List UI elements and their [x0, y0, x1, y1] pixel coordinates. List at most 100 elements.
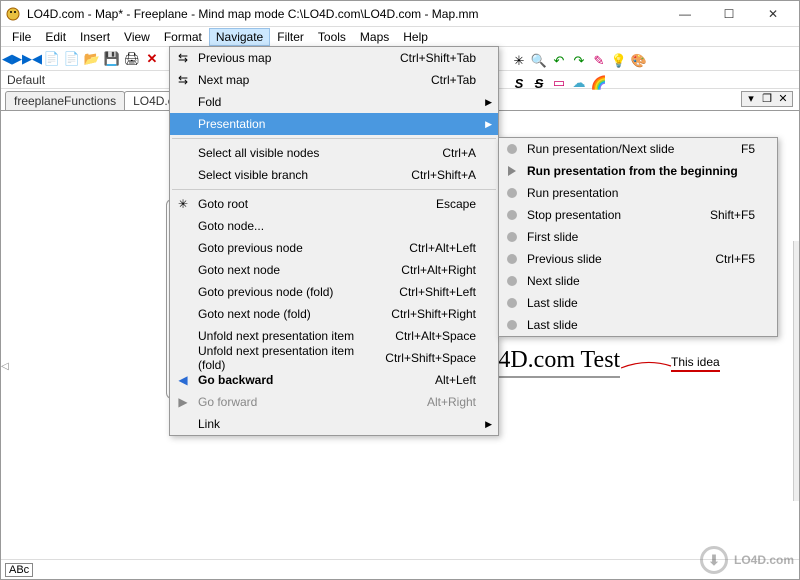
menubar: FileEditInsertViewFormatNavigateFilterTo…	[1, 27, 799, 47]
tab-0[interactable]: freeplaneFunctions	[5, 91, 125, 110]
menuitem-goto-previous-node-fold-[interactable]: Goto previous node (fold)Ctrl+Shift+Left	[170, 281, 498, 303]
menuitem-goto-previous-node[interactable]: Goto previous nodeCtrl+Alt+Left	[170, 237, 498, 259]
child-node[interactable]: This idea	[671, 355, 720, 372]
new-doc-icon[interactable]: 📄	[43, 50, 61, 68]
open-icon[interactable]: 📂	[83, 50, 101, 68]
menu-format[interactable]: Format	[157, 28, 209, 46]
new-doc2-icon[interactable]: 📄	[63, 50, 81, 68]
menuitem-label: Goto root	[198, 197, 248, 211]
strike-icon[interactable]: S	[530, 74, 548, 92]
menuitem-previous-map[interactable]: ⇆Previous mapCtrl+Shift+Tab	[170, 47, 498, 69]
menuitem-fold[interactable]: Fold▶	[170, 91, 498, 113]
minimize-button[interactable]: —	[663, 2, 707, 26]
menuitem-label: Unfold next presentation item	[198, 329, 354, 343]
lightbulb-icon[interactable]: 💡	[610, 52, 628, 70]
bullet-icon	[507, 320, 517, 330]
node-icon[interactable]: ✳	[510, 52, 528, 70]
menuitem-select-visible-branch[interactable]: Select visible branchCtrl+Shift+A	[170, 164, 498, 186]
menu-maps[interactable]: Maps	[353, 28, 396, 46]
fwd-icon: ▶	[174, 395, 192, 409]
menuitem-next-map[interactable]: ⇆Next mapCtrl+Tab	[170, 69, 498, 91]
back-icon: ◀	[174, 373, 192, 387]
rainbow-icon[interactable]: 🌈	[590, 74, 608, 92]
menu-edit[interactable]: Edit	[38, 28, 73, 46]
menuitem-go-backward[interactable]: ◀Go backwardAlt+Left	[170, 369, 498, 391]
menuitem-label: Go backward	[198, 373, 273, 387]
maximize-button[interactable]: ☐	[707, 2, 751, 26]
submenuitem-first-slide[interactable]: First slide	[499, 226, 777, 248]
left-expand-nub[interactable]: ◁	[1, 361, 7, 391]
redo-icon[interactable]: ↷	[570, 52, 588, 70]
menuitem-goto-next-node-fold-[interactable]: Goto next node (fold)Ctrl+Shift+Right	[170, 303, 498, 325]
edit-icon[interactable]: ✎	[590, 52, 608, 70]
submenuitem-last-slide[interactable]: Last slide	[499, 292, 777, 314]
tab-restore-icon[interactable]: ❐	[760, 92, 774, 106]
italic-s-icon[interactable]: S	[510, 74, 528, 92]
menuitem-goto-root[interactable]: ✳Goto rootEscape	[170, 193, 498, 215]
watermark: ⬇ LO4D.com	[700, 546, 794, 574]
submenuitem-run-presentation-from-the-beginning[interactable]: Run presentation from the beginning	[499, 160, 777, 182]
submenuitem-run-presentation-next-slide[interactable]: Run presentation/Next slideF5	[499, 138, 777, 160]
zoom-icon[interactable]: 🔍	[530, 52, 548, 70]
menuitem-label: Unfold next presentation item (fold)	[198, 344, 361, 372]
box-icon[interactable]: ▭	[550, 74, 568, 92]
bullet-icon	[507, 210, 517, 220]
arrows-icon: ⇆	[174, 51, 192, 65]
default-style-label: Default	[7, 73, 45, 87]
menu-tools[interactable]: Tools	[311, 28, 353, 46]
menuitem-shortcut: Ctrl+Tab	[407, 73, 476, 87]
palette-icon[interactable]: 🎨	[630, 52, 648, 70]
bullet-icon	[507, 232, 517, 242]
menuitem-shortcut: Ctrl+Shift+A	[387, 168, 476, 182]
menu-filter[interactable]: Filter	[270, 28, 311, 46]
menuitem-goto-node-[interactable]: Goto node...	[170, 215, 498, 237]
next-map-icon[interactable]: ▶◀	[23, 50, 41, 68]
menu-view[interactable]: View	[117, 28, 157, 46]
root-node[interactable]: O4D.com Test	[481, 347, 620, 378]
submenuitem-last-slide[interactable]: Last slide	[499, 314, 777, 336]
close-icon[interactable]: ✕	[143, 50, 161, 68]
menuitem-label: Previous map	[198, 51, 271, 65]
menu-help[interactable]: Help	[396, 28, 435, 46]
close-button[interactable]: ✕	[751, 2, 795, 26]
submenu-arrow-icon: ▶	[485, 119, 492, 130]
menuitem-shortcut: Ctrl+Shift+Right	[367, 307, 476, 321]
bullet-icon	[507, 276, 517, 286]
tab-close-icon[interactable]: ✕	[776, 92, 790, 106]
scrollbar-right[interactable]	[793, 241, 799, 501]
menuitem-shortcut: Escape	[412, 197, 476, 211]
prev-map-icon[interactable]: ◀▶	[3, 50, 21, 68]
submenuitem-run-presentation[interactable]: Run presentation	[499, 182, 777, 204]
menu-file[interactable]: File	[5, 28, 38, 46]
cloud-icon[interactable]: ☁	[570, 74, 588, 92]
presentation-submenu: Run presentation/Next slideF5 Run present…	[498, 137, 778, 337]
menu-insert[interactable]: Insert	[73, 28, 117, 46]
submenuitem-label: Previous slide	[527, 252, 602, 266]
menuitem-unfold-next-presentation-item-fold-[interactable]: Unfold next presentation item (fold)Ctrl…	[170, 347, 498, 369]
menuitem-label: Goto node...	[198, 219, 264, 233]
submenuitem-next-slide[interactable]: Next slide	[499, 270, 777, 292]
submenuitem-label: Last slide	[527, 296, 578, 310]
menuitem-label: Select all visible nodes	[198, 146, 319, 160]
menuitem-shortcut: Ctrl+Alt+Space	[371, 329, 476, 343]
menuitem-presentation[interactable]: Presentation▶	[170, 113, 498, 135]
menuitem-label: Link	[198, 417, 220, 431]
toolbar-right-icons-2: S S ▭ ☁ 🌈	[510, 74, 608, 92]
submenuitem-stop-presentation[interactable]: Stop presentationShift+F5	[499, 204, 777, 226]
menu-navigate[interactable]: Navigate	[209, 28, 270, 46]
node-connector	[621, 356, 676, 380]
menuitem-goto-next-node[interactable]: Goto next nodeCtrl+Alt+Right	[170, 259, 498, 281]
submenuitem-label: Run presentation from the beginning	[527, 164, 738, 178]
save-icon[interactable]: 💾	[103, 50, 121, 68]
undo-icon[interactable]: ↶	[550, 52, 568, 70]
submenuitem-previous-slide[interactable]: Previous slideCtrl+F5	[499, 248, 777, 270]
menuitem-shortcut: Ctrl+A	[418, 146, 476, 160]
submenuitem-label: Run presentation	[527, 186, 618, 200]
tab-dropdown-icon[interactable]: ▾	[744, 92, 758, 106]
menuitem-label: Goto previous node	[198, 241, 303, 255]
menuitem-link[interactable]: Link▶	[170, 413, 498, 435]
titlebar: LO4D.com - Map* - Freeplane - Mind map m…	[1, 1, 799, 27]
menuitem-select-all-visible-nodes[interactable]: Select all visible nodes Ctrl+A	[170, 142, 498, 164]
print-icon[interactable]: 🖨	[123, 50, 141, 68]
abc-indicator[interactable]: ABc	[5, 563, 33, 577]
